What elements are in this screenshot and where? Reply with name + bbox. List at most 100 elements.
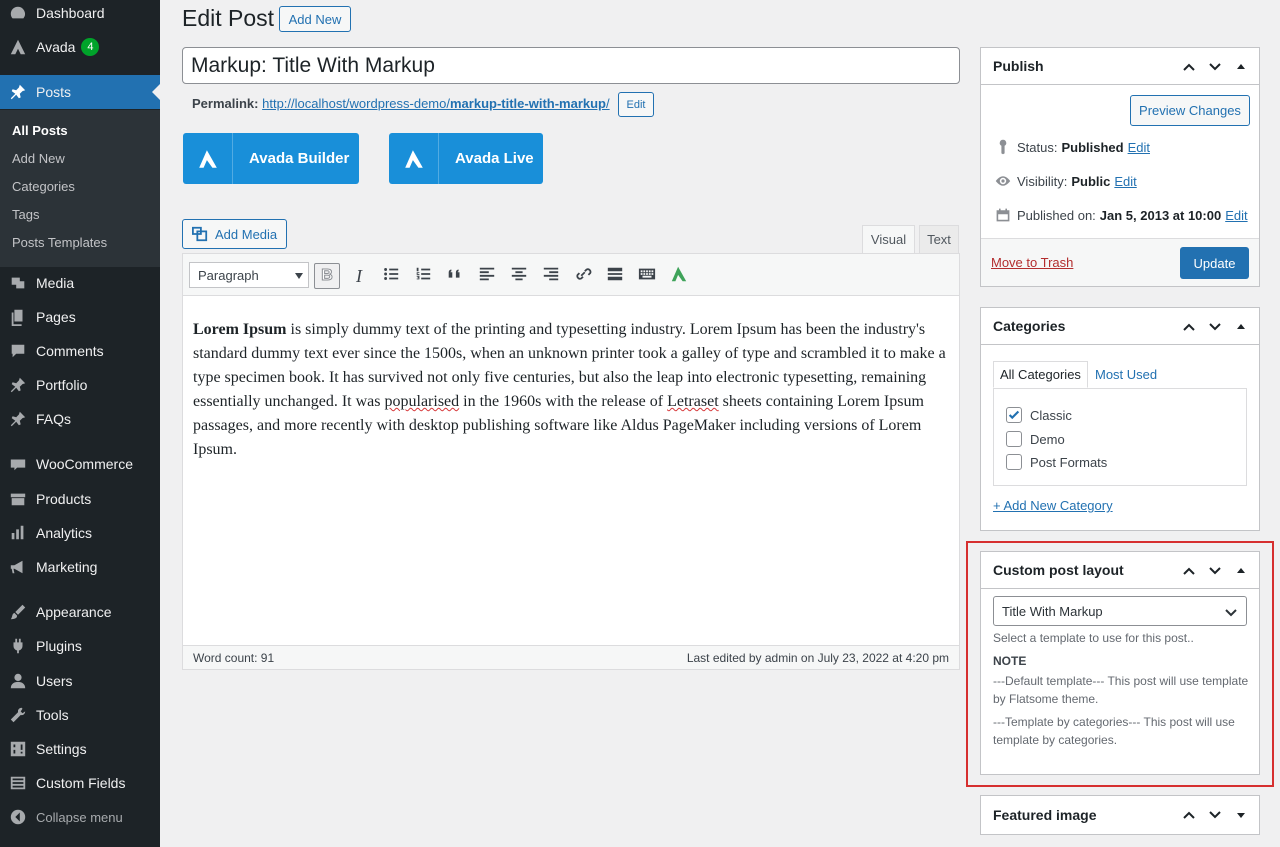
submenu-add-new[interactable]: Add New <box>12 151 65 166</box>
submenu-posts-templates[interactable]: Posts Templates <box>12 235 107 250</box>
permalink-link[interactable]: http://localhost/wordpress-demo/markup-t… <box>262 96 610 111</box>
menu-settings[interactable]: Settings <box>0 732 160 766</box>
align-right-icon <box>542 265 560 287</box>
bold-button[interactable]: B <box>314 263 340 289</box>
menu-label: Posts <box>36 84 72 100</box>
checkbox[interactable] <box>1006 431 1022 447</box>
menu-label: Marketing <box>36 559 98 575</box>
menu-dashboard[interactable]: Dashboard <box>0 0 160 30</box>
plugin-icon <box>0 637 36 655</box>
tab-text[interactable]: Text <box>919 225 959 254</box>
italic-button[interactable]: I <box>346 263 372 289</box>
menu-pages[interactable]: Pages <box>0 300 160 334</box>
tab-all-categories[interactable]: All Categories <box>993 361 1088 388</box>
update-button[interactable]: Update <box>1180 247 1249 279</box>
align-center-icon <box>510 265 528 287</box>
avada-builder-button[interactable]: Avada Builder <box>183 133 359 184</box>
permalink-label: Permalink: <box>192 96 259 111</box>
category-item-demo[interactable]: Demo <box>1006 431 1065 447</box>
menu-faqs[interactable]: FAQs <box>0 402 160 436</box>
published-edit-link[interactable]: Edit <box>1225 208 1247 223</box>
visibility-value: Public <box>1071 173 1111 189</box>
menu-plugins[interactable]: Plugins <box>0 629 160 663</box>
publish-header: Publish <box>981 48 1259 85</box>
menu-products[interactable]: Products <box>0 482 160 516</box>
move-to-trash-link[interactable]: Move to Trash <box>991 255 1073 270</box>
category-item-classic[interactable]: Classic <box>1006 407 1072 423</box>
add-media-button[interactable]: Add Media <box>182 219 287 249</box>
menu-users[interactable]: Users <box>0 664 160 698</box>
insert-link-button[interactable] <box>570 263 596 289</box>
status-label: Status: <box>1017 139 1058 155</box>
numbered-list-button[interactable] <box>410 263 436 289</box>
category-label: Post Formats <box>1030 454 1108 470</box>
align-center-button[interactable] <box>506 263 532 289</box>
menu-appearance[interactable]: Appearance <box>0 595 160 629</box>
menu-label: Users <box>36 673 73 689</box>
preview-changes-button[interactable]: Preview Changes <box>1130 95 1250 126</box>
chevron-up-icon[interactable] <box>1181 563 1197 582</box>
status-edit-link[interactable]: Edit <box>1128 140 1150 155</box>
permalink-row: Permalink: http://localhost/wordpress-de… <box>192 96 610 111</box>
menu-woocommerce[interactable]: WooCommerce <box>0 447 160 481</box>
bullet-list-button[interactable] <box>378 263 404 289</box>
chevron-down-icon[interactable] <box>1207 319 1223 338</box>
align-left-button[interactable] <box>474 263 500 289</box>
collapse-toggle-icon[interactable] <box>1233 59 1249 78</box>
chevron-down-icon[interactable] <box>1207 59 1223 78</box>
menu-marketing[interactable]: Marketing <box>0 550 160 584</box>
menu-custom-fields[interactable]: Custom Fields <box>0 766 160 800</box>
editor-content[interactable]: Lorem Ipsum is simply dummy text of the … <box>193 318 953 462</box>
pin-icon <box>0 83 36 101</box>
collapse-label: Collapse menu <box>36 809 123 825</box>
published-label: Published on: <box>1017 207 1096 223</box>
featured-image-box: Featured image <box>980 795 1260 835</box>
avada-live-label: Avada Live <box>455 150 534 167</box>
menu-media[interactable]: Media <box>0 266 160 300</box>
menu-analytics[interactable]: Analytics <box>0 516 160 550</box>
menu-posts[interactable]: Posts <box>0 75 160 109</box>
publish-title: Publish <box>993 58 1044 74</box>
menu-label: Dashboard <box>36 5 105 21</box>
dashboard-icon <box>0 4 36 22</box>
category-item-post-formats[interactable]: Post Formats <box>1006 454 1107 470</box>
template-select[interactable]: Title With Markup <box>993 596 1247 626</box>
tab-most-used[interactable]: Most Used <box>1089 361 1163 388</box>
expand-toggle-icon[interactable] <box>1233 807 1249 826</box>
chevron-up-icon[interactable] <box>1181 59 1197 78</box>
post-title-input[interactable] <box>182 47 960 84</box>
read-more-button[interactable] <box>602 263 628 289</box>
menu-label: Media <box>36 275 75 291</box>
submenu-categories[interactable]: Categories <box>12 179 75 194</box>
submenu-tags[interactable]: Tags <box>12 207 39 222</box>
align-right-button[interactable] <box>538 263 564 289</box>
collapse-menu-button[interactable]: Collapse menu <box>0 800 160 834</box>
menu-avada[interactable]: Avada 4 <box>0 30 160 64</box>
submenu-all-posts[interactable]: All Posts <box>12 123 68 138</box>
category-label: Demo <box>1030 431 1065 447</box>
chevron-down-icon[interactable] <box>1207 807 1223 826</box>
format-select[interactable]: Paragraph <box>189 262 309 288</box>
collapse-toggle-icon[interactable] <box>1233 319 1249 338</box>
menu-comments[interactable]: Comments <box>0 334 160 368</box>
visibility-edit-link[interactable]: Edit <box>1114 174 1136 189</box>
permalink-edit-button[interactable]: Edit <box>618 92 654 117</box>
add-new-category-link[interactable]: + Add New Category <box>993 498 1113 513</box>
chevron-up-icon[interactable] <box>1181 807 1197 826</box>
chevron-up-icon[interactable] <box>1181 319 1197 338</box>
menu-tools[interactable]: Tools <box>0 698 160 732</box>
checkbox-checked[interactable] <box>1006 407 1022 423</box>
blockquote-button[interactable] <box>442 263 468 289</box>
tab-visual[interactable]: Visual <box>862 225 915 254</box>
calendar-icon <box>993 207 1013 223</box>
collapse-toggle-icon[interactable] <box>1233 563 1249 582</box>
avada-live-button[interactable]: Avada Live <box>389 133 543 184</box>
avada-shortcode-button[interactable] <box>666 263 692 289</box>
add-new-post-button[interactable]: Add New <box>279 6 351 32</box>
toolbar-toggle-button[interactable] <box>634 263 660 289</box>
avada-icon <box>389 133 439 184</box>
status-value: Published <box>1061 139 1124 155</box>
chevron-down-icon[interactable] <box>1207 563 1223 582</box>
menu-portfolio[interactable]: Portfolio <box>0 368 160 402</box>
checkbox[interactable] <box>1006 454 1022 470</box>
